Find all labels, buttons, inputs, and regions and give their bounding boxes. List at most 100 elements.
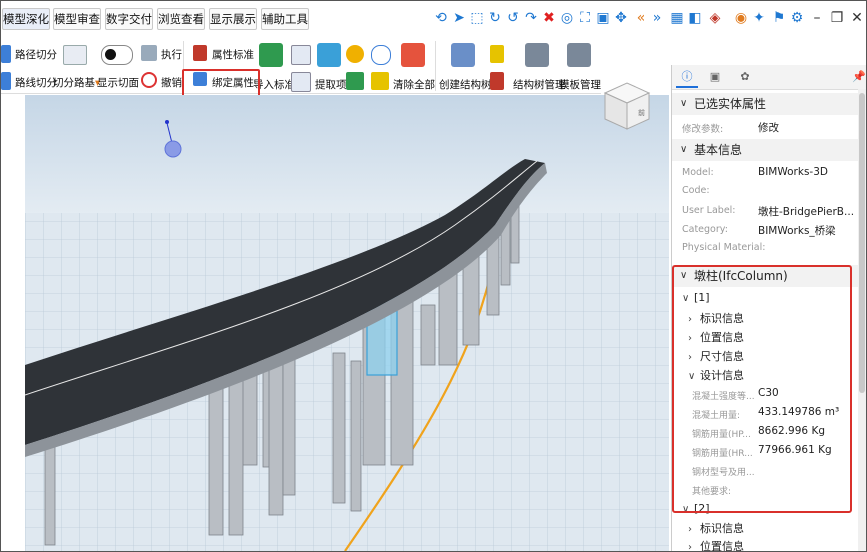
chevron-down-icon: ∨ [680, 144, 688, 155]
settings-icon[interactable]: ⚙ [789, 9, 805, 27]
tag-tool-icon[interactable] [346, 45, 364, 63]
orbit-icon[interactable]: ↻ [487, 9, 503, 27]
close-button[interactable]: ✕ [849, 9, 865, 27]
prop-key: Model: [682, 167, 714, 178]
prev-icon[interactable]: « [633, 9, 649, 27]
tab-aux-tools[interactable]: 辅助工具 [261, 8, 309, 30]
info-icon[interactable]: ⓘ [676, 68, 698, 88]
pointer-star-icon[interactable]: ✦ [751, 9, 767, 27]
grid-icon[interactable]: ▦ [669, 9, 685, 27]
redo-icon[interactable]: ↷ [523, 9, 539, 27]
axis-ball[interactable] [164, 140, 182, 158]
layer-tool-icon[interactable] [346, 72, 364, 90]
create-tree-icon [451, 43, 475, 67]
show-section-label: 显示切面 [97, 77, 139, 89]
navigation-cube[interactable]: 前 [599, 79, 655, 131]
tree-manage-button[interactable]: 结构树管理 [513, 77, 566, 92]
scrollbar-thumb[interactable] [859, 93, 865, 393]
create-tree-button[interactable]: 创建结构树 [439, 77, 492, 92]
tree-node-icon-a[interactable] [490, 45, 504, 63]
cut-path-base-icon [63, 45, 87, 65]
ribbon-divider [435, 41, 436, 91]
attr-standard-icon [193, 45, 207, 61]
palette-icon[interactable]: ✿ [734, 68, 756, 86]
3d-viewport[interactable] [25, 95, 669, 551]
section-title: 已选实体属性 [694, 97, 767, 111]
box-select-icon[interactable]: ⬚ [469, 9, 485, 27]
prop-key: User Label: [682, 205, 736, 216]
tree-item-position-2[interactable]: › 位置信息 [688, 538, 744, 552]
selected-entity-section[interactable]: ∨ 已选实体属性 [672, 93, 858, 115]
route-cut-icon [1, 72, 11, 90]
modify-param-link[interactable]: 修改 [758, 120, 779, 135]
image-icon[interactable]: ▣ [704, 68, 726, 86]
path-cut-icon [1, 45, 11, 63]
sky-background [25, 95, 669, 215]
import-standard-icon [259, 43, 283, 67]
top-menu-bar: 模型深化 模型审查 数字交付 浏览查看 显示展示 辅助工具 ⟲ ➤ ⬚ ↻ ↺ … [1, 1, 866, 35]
axis-tip [165, 120, 169, 124]
section-title: 基本信息 [694, 143, 743, 157]
extract-item-button[interactable]: 提取项 [315, 77, 347, 92]
tab-model-deepen[interactable]: 模型深化 [2, 8, 50, 30]
modify-param-key: 修改参数: [682, 124, 724, 135]
prop-key: Code: [682, 185, 710, 196]
pin-icon[interactable]: 📌 [848, 68, 866, 86]
restore-button[interactable]: ❐ [829, 9, 845, 27]
undo-icon[interactable]: ↺ [505, 9, 521, 27]
tree-node-icon-b[interactable] [490, 72, 504, 90]
prop-key: Physical Material: [682, 242, 766, 253]
extract-item-icon [317, 43, 341, 67]
cube-icon[interactable]: ◧ [687, 9, 703, 27]
execute-icon [141, 45, 157, 61]
image-tool-icon-b[interactable] [291, 72, 311, 92]
next-icon[interactable]: » [649, 9, 665, 27]
minimize-button[interactable]: – [809, 9, 825, 27]
chevron-right-icon: › [688, 542, 692, 552]
frame-icon[interactable]: ▣ [595, 9, 611, 27]
panel-scrollbar[interactable] [858, 89, 866, 551]
revoke-icon [141, 72, 157, 88]
rotate-icon[interactable]: ⟲ [433, 9, 449, 27]
tab-display[interactable]: 显示展示 [209, 8, 257, 30]
application-window: 模型深化 模型审查 数字交付 浏览查看 显示展示 辅助工具 ⟲ ➤ ⬚ ↻ ↺ … [0, 0, 867, 552]
prop-value: 墩柱-BridgePierB... [758, 206, 855, 218]
template-manage-button[interactable]: 模板管理 [559, 77, 601, 92]
cut-path-base-button[interactable]: 切分路基▾ [53, 75, 100, 90]
ifc-column-highlight [672, 265, 852, 513]
image-tool-icon-a[interactable] [291, 45, 311, 65]
execute-button[interactable]: 执行 [161, 47, 182, 62]
pan-icon[interactable]: ✥ [613, 9, 629, 27]
record-icon[interactable]: ◉ [733, 9, 749, 27]
clear-all-button[interactable]: 清除全部 [393, 77, 435, 92]
path-cut-button[interactable]: 路径切分 [15, 47, 57, 62]
revoke-button[interactable]: 撤销 [161, 75, 182, 90]
clear-all-icon [401, 43, 425, 67]
fit-view-icon[interactable]: ⛶ [577, 9, 593, 27]
left-side-strip [1, 95, 26, 551]
network-tool-icon[interactable] [371, 45, 391, 65]
route-cut-button[interactable]: 路线切分 [15, 75, 57, 90]
prop-value: BIMWorks_桥梁 [758, 225, 836, 237]
prop-value: BIMWorks-3D [758, 166, 828, 178]
tab-model-review[interactable]: 模型审查 [53, 8, 101, 30]
basic-info-section[interactable]: ∨ 基本信息 [672, 139, 858, 161]
bridge-scene [25, 95, 669, 551]
attr-standard-button[interactable]: 属性标准 [212, 47, 254, 62]
chevron-right-icon: › [688, 524, 692, 535]
tab-browse-view[interactable]: 浏览查看 [157, 8, 205, 30]
tab-digital-delivery[interactable]: 数字交付 [105, 8, 153, 30]
chevron-down-icon: ∨ [680, 98, 688, 109]
panel-tabs: ⓘ ▣ ✿ 📌 [672, 65, 866, 90]
ribbon-toolbar: 路径切分 路线切分 切分路基▾ 显示切面 执行 撤销 属性标准 绑定属性 导入标… [1, 37, 601, 94]
clip-icon[interactable]: ◈ [707, 9, 723, 27]
tree-manage-icon [525, 43, 549, 67]
delete-x-icon[interactable]: ✖ [541, 9, 557, 27]
hide-icon[interactable]: ◎ [559, 9, 575, 27]
folder-tool-icon[interactable] [371, 72, 389, 90]
template-manage-icon [567, 43, 591, 67]
select-arrow-icon[interactable]: ➤ [451, 9, 467, 27]
cube-face-label: 前 [638, 108, 645, 117]
tree-item-identity-2[interactable]: › 标识信息 [688, 520, 744, 536]
flag-icon[interactable]: ⚑ [771, 9, 787, 27]
